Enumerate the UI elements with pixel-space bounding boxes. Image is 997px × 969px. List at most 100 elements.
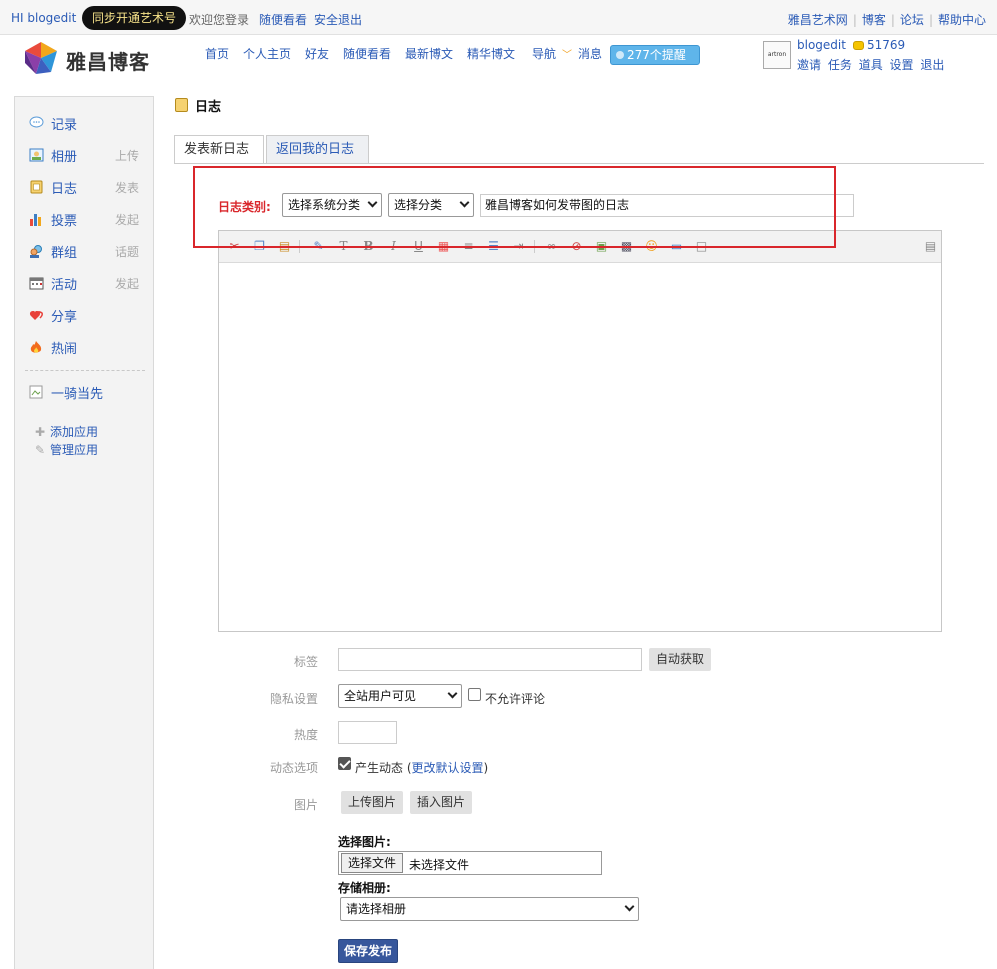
sidebar-item-group[interactable]: 群组 话题 xyxy=(29,242,149,262)
logo-text: 雅昌博客 xyxy=(66,50,150,74)
sidebar-app-item[interactable]: 一骑当先 xyxy=(29,383,149,403)
start-event-link[interactable]: 发起 xyxy=(115,275,139,292)
blog-link[interactable]: 博客 xyxy=(862,13,886,27)
upload-link[interactable]: 上传 xyxy=(115,147,139,164)
feed-text: 产生动态 (更改默认设置) xyxy=(355,761,489,775)
notebook-icon xyxy=(175,98,188,112)
chat-icon xyxy=(29,116,44,128)
fire-icon xyxy=(30,341,42,353)
reminders-count: 277个提醒 xyxy=(627,48,686,62)
reminders-badge[interactable]: 277个提醒 xyxy=(610,45,700,65)
nav-home[interactable]: 首页 xyxy=(205,45,229,62)
chevron-down-icon: ﹀ xyxy=(562,50,572,61)
sidebar-item-hot[interactable]: 热闹 xyxy=(29,338,149,358)
user-links: 邀请 任务 道具 设置 退出 xyxy=(797,56,947,73)
nav-messages[interactable]: 消息 xyxy=(578,45,602,62)
logout-link[interactable]: 安全退出 xyxy=(314,11,362,28)
tasks-link[interactable]: 任务 xyxy=(828,58,852,72)
photo-icon xyxy=(29,148,44,162)
add-app-link[interactable]: ✚ 添加应用 xyxy=(35,423,98,440)
image-label: 图片 xyxy=(293,798,318,812)
settings-link[interactable]: 设置 xyxy=(890,58,914,72)
heart-icon xyxy=(29,311,43,320)
sidebar: 记录 相册 上传 日志 发表 投票 发起 群组 话题 活动 发起 分享 热闹 一… xyxy=(14,96,154,969)
forum-link[interactable]: 论坛 xyxy=(900,13,924,27)
logo-cube-icon xyxy=(25,42,57,74)
hi-user-link[interactable]: HI blogedit xyxy=(11,11,76,25)
choose-image-label: 选择图片: xyxy=(338,835,391,849)
coin-icon xyxy=(853,41,864,50)
heat-input[interactable] xyxy=(338,721,397,744)
privacy-label: 隐私设置 xyxy=(269,692,318,706)
sidebar-item-label: 一骑当先 xyxy=(51,387,104,402)
calendar-icon xyxy=(29,277,44,290)
album-select[interactable]: 请选择相册 xyxy=(340,897,639,921)
exit-link[interactable]: 退出 xyxy=(920,58,944,72)
no-comment-checkbox[interactable] xyxy=(468,688,481,701)
auto-fetch-button[interactable]: 自动获取 xyxy=(649,648,712,671)
sidebar-item-album[interactable]: 相册 上传 xyxy=(29,146,149,166)
welcome-text: 欢迎您登录 xyxy=(189,13,250,27)
feed-label: 动态选项 xyxy=(269,761,318,775)
logo[interactable]: 雅昌博客 xyxy=(24,41,154,75)
tags-label: 标签 xyxy=(293,655,318,669)
sidebar-item-share[interactable]: 分享 xyxy=(29,306,149,326)
source-icon[interactable]: ▤ xyxy=(923,239,938,254)
nav-featured-posts[interactable]: 精华博文 xyxy=(467,45,515,62)
publish-link[interactable]: 发表 xyxy=(115,179,139,196)
file-input[interactable]: 选择文件 未选择文件 xyxy=(338,851,602,875)
nav-navigation[interactable]: 导航 xyxy=(532,45,556,62)
tab-new-post[interactable]: 发表新日志 xyxy=(174,135,264,164)
heat-label: 热度 xyxy=(293,728,318,742)
sidebar-item-label: 分享 xyxy=(51,310,78,325)
sync-art-account-button[interactable]: 同步开通艺术号 xyxy=(82,6,187,30)
nav-latest-posts[interactable]: 最新博文 xyxy=(405,45,453,62)
sidebar-item-label: 群组 xyxy=(51,246,78,261)
coin-count: 51769 xyxy=(867,38,906,52)
nav-profile[interactable]: 个人主页 xyxy=(243,45,291,62)
chevron-down-icon xyxy=(624,901,635,912)
invite-link[interactable]: 邀请 xyxy=(797,58,821,72)
tags-input[interactable] xyxy=(338,648,642,671)
artron-link[interactable]: 雅昌艺术网 xyxy=(788,13,848,27)
chevron-down-icon xyxy=(447,688,458,699)
notebook-icon xyxy=(30,180,43,194)
no-comment-label: 不允许评论 xyxy=(485,692,546,706)
sidebar-item-event[interactable]: 活动 发起 xyxy=(29,274,149,294)
save-publish-button[interactable]: 保存发布 xyxy=(338,939,399,963)
top-right-links: 雅昌艺术网 | 博客 | 论坛 | 帮助中心 xyxy=(787,13,986,27)
sidebar-item-vote[interactable]: 投票 发起 xyxy=(29,210,149,230)
upload-image-button[interactable]: 上传图片 xyxy=(341,791,404,814)
feed-checkbox[interactable] xyxy=(338,757,351,770)
wrench-icon: ✎ xyxy=(35,443,46,457)
sidebar-item-label: 热闹 xyxy=(51,342,78,357)
avatar[interactable]: artron xyxy=(763,41,791,69)
tab-back-to-posts[interactable]: 返回我的日志 xyxy=(266,135,369,164)
highlight-box xyxy=(193,166,836,248)
nav-friends[interactable]: 好友 xyxy=(305,45,329,62)
insert-image-button[interactable]: 插入图片 xyxy=(410,791,473,814)
tabs-divider xyxy=(174,163,984,164)
no-file-text: 未选择文件 xyxy=(409,858,470,872)
sidebar-item-records[interactable]: 记录 xyxy=(29,114,149,134)
username-link[interactable]: blogedit xyxy=(797,38,846,52)
sidebar-item-label: 记录 xyxy=(51,118,78,133)
manage-app-link[interactable]: ✎ 管理应用 xyxy=(35,441,98,458)
props-link[interactable]: 道具 xyxy=(859,58,883,72)
topic-link[interactable]: 话题 xyxy=(115,243,139,260)
browse-link[interactable]: 随便看看 xyxy=(259,11,307,28)
broken-image-icon xyxy=(29,385,43,399)
start-vote-link[interactable]: 发起 xyxy=(115,211,139,228)
page-title: 日志 xyxy=(195,100,222,115)
sidebar-item-blog[interactable]: 日志 发表 xyxy=(29,178,149,198)
rich-text-editor[interactable]: ✂ ❐ ▤ ✎ T B I U ▦ ≡ ☰ ⇥ ∞ ⊘ ▣ ▩ ☺ ▭ □ ▤ xyxy=(218,230,942,632)
top-bar: HI blogedit 同步开通艺术号 欢迎您登录 随便看看 安全退出 雅昌艺术… xyxy=(0,0,997,35)
change-default-link[interactable]: 更改默认设置 xyxy=(412,761,484,775)
choose-file-button[interactable]: 选择文件 xyxy=(341,853,404,873)
bar-chart-icon xyxy=(30,214,41,226)
nav-browse[interactable]: 随便看看 xyxy=(343,45,391,62)
privacy-select[interactable]: 全站用户可见 xyxy=(338,684,462,708)
sidebar-item-label: 日志 xyxy=(51,182,78,197)
help-center-link[interactable]: 帮助中心 xyxy=(938,13,986,27)
sidebar-item-label: 投票 xyxy=(51,214,78,229)
